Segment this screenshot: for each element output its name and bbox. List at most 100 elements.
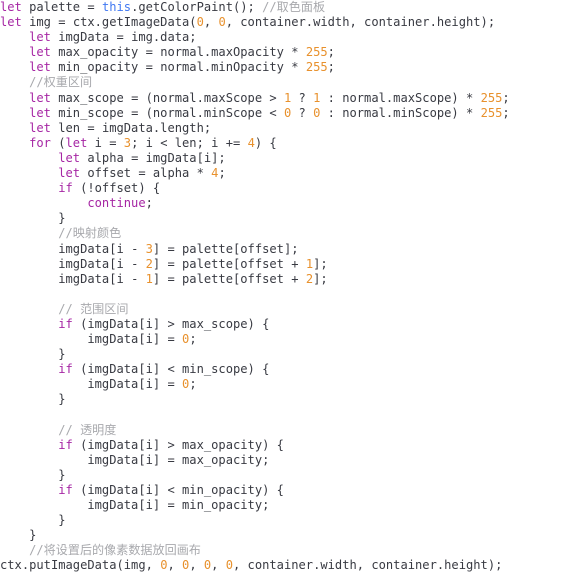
- code-line[interactable]: let len = imgData.length;: [0, 121, 584, 136]
- code-token-op: =: [167, 241, 183, 256]
- code-line[interactable]: continue;: [0, 196, 584, 211]
- code-line[interactable]: }: [0, 211, 584, 226]
- code-token-num: 2: [305, 271, 314, 286]
- code-token-plain: (: [50, 135, 66, 150]
- code-line[interactable]: if (imgData[i] < min_scope) {: [0, 362, 584, 377]
- code-token-plain: len; i: [174, 135, 226, 150]
- code-line[interactable]: let alpha = imgData[i];: [0, 151, 584, 166]
- code-token-plain: (normal.minScope: [145, 105, 270, 120]
- code-token-op: -: [131, 241, 146, 256]
- code-line[interactable]: let imgData = img.data;: [0, 30, 584, 45]
- code-line[interactable]: }: [0, 528, 584, 543]
- code-token-op: =: [167, 271, 183, 286]
- code-line[interactable]: }: [0, 513, 584, 528]
- code-token-plain: }: [58, 467, 66, 482]
- code-line[interactable]: imgData[i] = max_opacity;: [0, 453, 584, 468]
- code-line[interactable]: // 透明度: [0, 423, 584, 438]
- code-line[interactable]: let min_opacity = normal.minOpacity * 25…: [0, 60, 584, 75]
- code-token-num: 0: [225, 558, 233, 573]
- code-token-plain: imgData.length;: [101, 120, 212, 135]
- code-line[interactable]: if (imgData[i] > max_opacity) {: [0, 438, 584, 453]
- code-token-plain: ctx.putImageData(img,: [0, 558, 161, 573]
- code-token-plain: }: [29, 528, 37, 543]
- code-token-op: =: [167, 332, 183, 347]
- code-token-op: =: [87, 120, 102, 135]
- code-line[interactable]: let max_scope = (normal.maxScope > 1 ? 1…: [0, 91, 584, 106]
- code-line[interactable]: ctx.putImageData(img, 0, 0, 0, 0, contai…: [0, 558, 584, 573]
- code-token-num: 0: [196, 15, 204, 30]
- code-token-kw: if: [58, 483, 73, 497]
- code-token-com: // 范围区间: [58, 301, 129, 316]
- code-line[interactable]: if (!offset) {: [0, 181, 584, 196]
- code-token-num: 3: [145, 241, 153, 256]
- code-line[interactable]: for (let i = 3; i < len; i += 4) {: [0, 136, 584, 151]
- code-token-kw: let: [0, 15, 22, 30]
- code-token-op: =: [109, 135, 124, 150]
- code-line[interactable]: imgData[i - 3] = palette[offset];: [0, 242, 584, 257]
- code-token-kw: let: [29, 45, 51, 60]
- code-token-plain: , container.width, container.height);: [233, 558, 503, 573]
- code-line[interactable]: imgData[i] = 0;: [0, 332, 584, 347]
- code-line[interactable]: let palette = this.getColorPaint(); //取色…: [0, 0, 584, 15]
- code-token-op: =: [58, 15, 73, 30]
- code-line-blank[interactable]: [0, 408, 584, 423]
- code-token-plain: , container.width, container.height);: [225, 15, 496, 30]
- code-token-plain: }: [58, 347, 66, 362]
- code-line[interactable]: if (imgData[i] < min_opacity) {: [0, 483, 584, 498]
- code-token-plain: ;: [218, 166, 226, 181]
- code-line[interactable]: if (imgData[i] > max_scope) {: [0, 317, 584, 332]
- code-line[interactable]: imgData[i - 1] = palette[offset + 2];: [0, 272, 584, 287]
- code-token-plain: ,: [167, 558, 183, 573]
- code-token-op: =: [116, 30, 132, 45]
- code-line[interactable]: }: [0, 468, 584, 483]
- code-line[interactable]: // 范围区间: [0, 302, 584, 317]
- code-token-kw: if: [58, 362, 73, 377]
- code-line[interactable]: let offset = alpha * 4;: [0, 166, 584, 181]
- code-token-num: 1: [145, 271, 153, 286]
- code-token-plain: max_scope: [50, 90, 132, 105]
- code-token-op: <: [167, 362, 183, 377]
- code-token-kw: let: [65, 135, 88, 150]
- code-token-op: *: [291, 45, 306, 60]
- code-token-num: 1: [305, 256, 314, 271]
- code-token-op: <: [160, 135, 175, 150]
- code-line[interactable]: let max_opacity = normal.maxOpacity * 25…: [0, 45, 584, 60]
- code-token-op: =: [145, 60, 161, 75]
- code-line[interactable]: imgData[i] = 0;: [0, 377, 584, 392]
- code-token-plain: normal.maxScope): [342, 90, 466, 105]
- code-token-op: -: [131, 271, 146, 286]
- code-token-op: >: [269, 90, 284, 105]
- code-editor[interactable]: let palette = this.getColorPaint(); //取色…: [0, 0, 584, 580]
- code-token-plain: .getColorPaint();: [131, 0, 263, 14]
- code-token-plain: normal.maxOpacity: [160, 45, 292, 60]
- code-line[interactable]: let min_scope = (normal.minScope < 0 ? 0…: [0, 106, 584, 121]
- code-token-kw: if: [58, 437, 73, 452]
- code-token-plain: ,: [203, 15, 219, 30]
- code-line[interactable]: //映射颜色: [0, 226, 584, 241]
- code-line-blank[interactable]: [0, 287, 584, 302]
- code-token-plain: }: [58, 392, 66, 407]
- code-line[interactable]: //将设置后的像素数据放回画布: [0, 543, 584, 558]
- code-line[interactable]: }: [0, 347, 584, 362]
- code-line[interactable]: let img = ctx.getImageData(0, 0, contain…: [0, 15, 584, 30]
- code-line[interactable]: imgData[i] = min_opacity;: [0, 498, 584, 513]
- code-line[interactable]: imgData[i - 2] = palette[offset + 1];: [0, 257, 584, 272]
- code-token-op: <: [269, 105, 284, 120]
- code-line[interactable]: //权重区间: [0, 75, 584, 90]
- code-token-plain: len: [50, 120, 88, 135]
- code-line[interactable]: }: [0, 392, 584, 407]
